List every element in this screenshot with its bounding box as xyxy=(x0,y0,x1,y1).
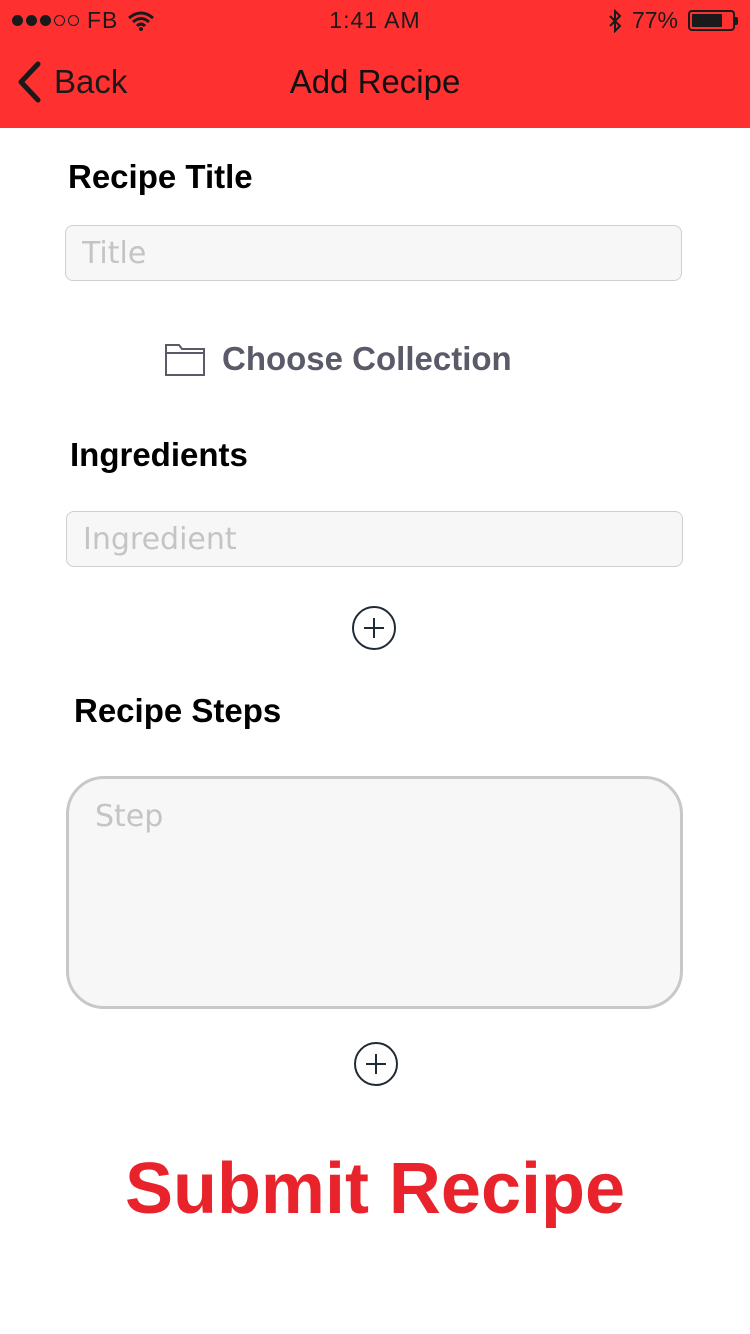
navigation-header: FB 1:41 AM 77% Back Add Recipe xyxy=(0,0,750,128)
plus-icon xyxy=(364,618,384,638)
step-textarea[interactable] xyxy=(66,776,683,1009)
add-recipe-screen: FB 1:41 AM 77% Back Add Recipe Recipe Ti… xyxy=(0,0,750,1334)
bluetooth-icon xyxy=(609,8,622,33)
recipe-title-input[interactable] xyxy=(65,225,682,281)
add-ingredient-button[interactable] xyxy=(352,606,396,650)
battery-icon xyxy=(688,10,738,31)
choose-collection-label: Choose Collection xyxy=(222,340,512,377)
recipe-steps-label: Recipe Steps xyxy=(74,692,282,729)
ingredients-label: Ingredients xyxy=(70,436,248,473)
status-bar: FB 1:41 AM 77% xyxy=(0,0,750,40)
status-right: 77% xyxy=(608,7,738,34)
recipe-title-label: Recipe Title xyxy=(68,158,253,195)
ingredient-input[interactable] xyxy=(66,511,683,567)
plus-icon xyxy=(366,1054,386,1074)
page-title: Add Recipe xyxy=(289,63,461,100)
submit-recipe-button[interactable]: Submit Recipe xyxy=(0,1148,750,1230)
battery-level xyxy=(692,14,723,27)
folder-icon xyxy=(165,344,205,376)
add-step-button[interactable] xyxy=(354,1042,398,1086)
choose-collection-button[interactable]: Choose Collection xyxy=(164,340,512,378)
battery-percent: 77% xyxy=(631,7,678,33)
